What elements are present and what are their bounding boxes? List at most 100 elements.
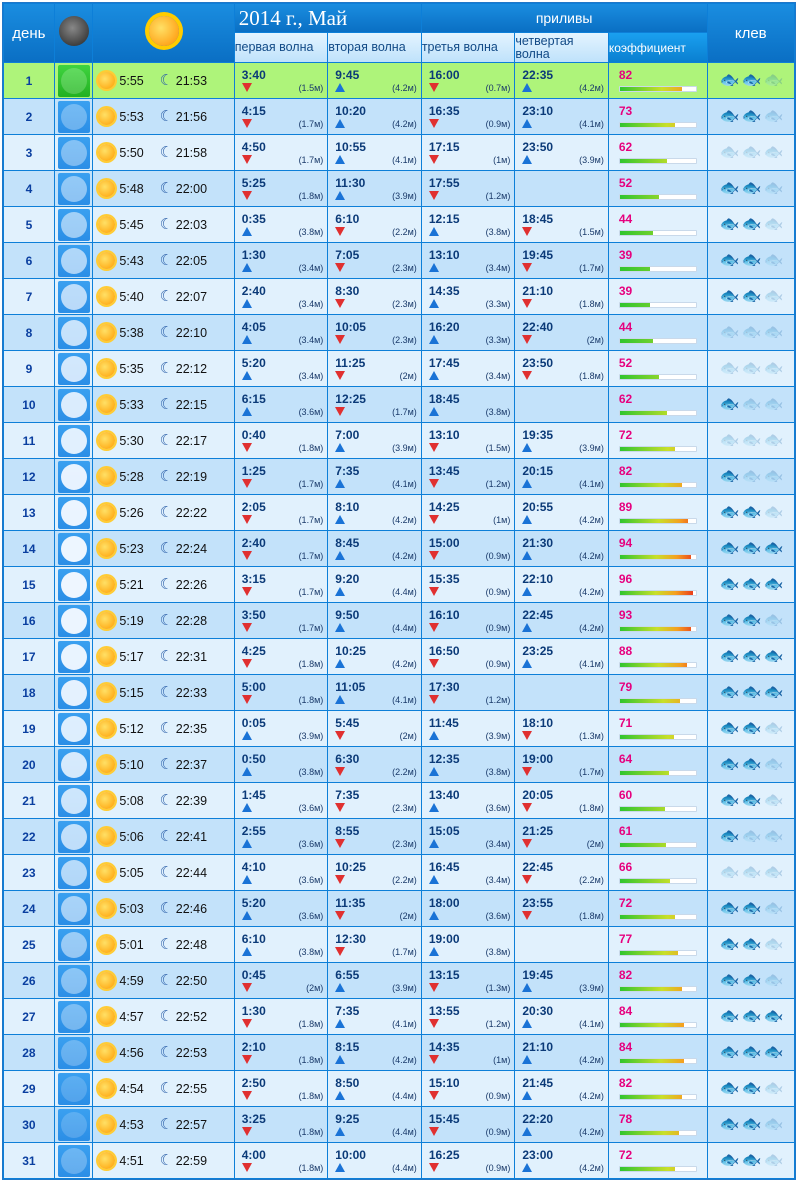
klev-rating[interactable]: 🐟 🐟 🐟 (707, 279, 794, 314)
table-row[interactable]: 26 4:59 ☾ 22:50 0:45 (2м) 6:55 (3.9м) 13:15 (1.3м… (4, 963, 794, 998)
table-row[interactable]: 27 4:57 ☾ 22:52 1:30 (1.8м) 7:35 (4.1м) 13:55 (1.… (4, 999, 794, 1034)
arrow-down-icon (335, 947, 346, 956)
klev-rating[interactable]: 🐟 🐟 🐟 (707, 1071, 794, 1106)
klev-rating[interactable]: 🐟 🐟 🐟 (707, 855, 794, 890)
klev-rating[interactable]: 🐟 🐟 🐟 (707, 459, 794, 494)
tide-time: 2:50 (241, 1076, 266, 1090)
day-number[interactable]: 14 (4, 531, 54, 566)
day-number[interactable]: 13 (4, 495, 54, 530)
table-row[interactable]: 21 5:08 ☾ 22:39 1:45 (3.6м) 7:35 (2.3м) 13:40 (3.… (4, 783, 794, 818)
day-number[interactable]: 7 (4, 279, 54, 314)
klev-rating[interactable]: 🐟 🐟 🐟 (707, 99, 794, 134)
day-number[interactable]: 27 (4, 999, 54, 1034)
day-number[interactable]: 3 (4, 135, 54, 170)
table-row[interactable]: 30 4:53 ☾ 22:57 3:25 (1.8м) 9:25 (4.4м) 15:45 (0.… (4, 1107, 794, 1142)
table-row[interactable]: 24 5:03 ☾ 22:46 5:20 (3.6м) 11:35 (2м) 18:00 (3.6… (4, 891, 794, 926)
day-number[interactable]: 11 (4, 423, 54, 458)
day-number[interactable]: 6 (4, 243, 54, 278)
table-row[interactable]: 28 4:56 ☾ 22:53 2:10 (1.8м) 8:15 (4.2м) 14:35 (1м… (4, 1035, 794, 1070)
table-row[interactable]: 10 5:33 ☾ 22:15 6:15 (3.6м) 12:25 (1.7м) 18:45 (3… (4, 387, 794, 422)
table-row[interactable]: 17 5:17 ☾ 22:31 4:25 (1.8м) 10:25 (4.2м) 16:50 (0… (4, 639, 794, 674)
klev-rating[interactable]: 🐟 🐟 🐟 (707, 495, 794, 530)
table-row[interactable]: 23 5:05 ☾ 22:44 4:10 (3.6м) 10:25 (2.2м) 16:45 (3… (4, 855, 794, 890)
day-number[interactable]: 30 (4, 1107, 54, 1142)
table-row[interactable]: 16 5:19 ☾ 22:28 3:50 (1.7м) 9:50 (4.4м) 16:10 (0.… (4, 603, 794, 638)
klev-rating[interactable]: 🐟 🐟 🐟 (707, 639, 794, 674)
table-row[interactable]: 14 5:23 ☾ 22:24 2:40 (1.7м) 8:45 (4.2м) 15:00 (0.… (4, 531, 794, 566)
table-row[interactable]: 11 5:30 ☾ 22:17 0:40 (1.8м) 7:00 (3.9м) 13:10 (1.… (4, 423, 794, 458)
day-number[interactable]: 22 (4, 819, 54, 854)
klev-rating[interactable]: 🐟 🐟 🐟 (707, 315, 794, 350)
crescent-moon-icon: ☾ (159, 863, 174, 881)
day-number[interactable]: 31 (4, 1143, 54, 1178)
day-number[interactable]: 25 (4, 927, 54, 962)
table-row[interactable]: 1 5:55 ☾ 21:53 3:40 (1.5м) 9:45 (4.2м) 16:00 (0.7… (4, 63, 794, 98)
day-number[interactable]: 29 (4, 1071, 54, 1106)
day-number[interactable]: 5 (4, 207, 54, 242)
day-number[interactable]: 18 (4, 675, 54, 710)
table-row[interactable]: 13 5:26 ☾ 22:22 2:05 (1.7м) 8:10 (4.2м) 14:25 (1м… (4, 495, 794, 530)
day-number[interactable]: 26 (4, 963, 54, 998)
table-row[interactable]: 9 5:35 ☾ 22:12 5:20 (3.4м) 11:25 (2м) 17:45 (3.4м… (4, 351, 794, 386)
klev-rating[interactable]: 🐟 🐟 🐟 (707, 207, 794, 242)
day-number[interactable]: 23 (4, 855, 54, 890)
day-number[interactable]: 20 (4, 747, 54, 782)
klev-rating[interactable]: 🐟 🐟 🐟 (707, 531, 794, 566)
day-number[interactable]: 4 (4, 171, 54, 206)
table-row[interactable]: 29 4:54 ☾ 22:55 2:50 (1.8м) 8:50 (4.4м) 15:10 (0.… (4, 1071, 794, 1106)
day-number[interactable]: 19 (4, 711, 54, 746)
day-number[interactable]: 2 (4, 99, 54, 134)
klev-rating[interactable]: 🐟 🐟 🐟 (707, 1035, 794, 1070)
klev-rating[interactable]: 🐟 🐟 🐟 (707, 387, 794, 422)
day-number[interactable]: 15 (4, 567, 54, 602)
table-row[interactable]: 8 5:38 ☾ 22:10 4:05 (3.4м) 10:05 (2.3м) 16:20 (3.… (4, 315, 794, 350)
klev-rating[interactable]: 🐟 🐟 🐟 (707, 891, 794, 926)
day-number[interactable]: 16 (4, 603, 54, 638)
klev-rating[interactable]: 🐟 🐟 🐟 (707, 783, 794, 818)
coefficient-value: 44 (618, 212, 633, 226)
day-number[interactable]: 10 (4, 387, 54, 422)
day-number[interactable]: 9 (4, 351, 54, 386)
klev-rating[interactable]: 🐟 🐟 🐟 (707, 747, 794, 782)
klev-rating[interactable]: 🐟 🐟 🐟 (707, 927, 794, 962)
day-number[interactable]: 17 (4, 639, 54, 674)
klev-rating[interactable]: 🐟 🐟 🐟 (707, 603, 794, 638)
klev-rating[interactable]: 🐟 🐟 🐟 (707, 999, 794, 1034)
day-number[interactable]: 1 (4, 63, 54, 98)
day-number[interactable]: 8 (4, 315, 54, 350)
table-row[interactable]: 19 5:12 ☾ 22:35 0:05 (3.9м) 5:45 (2м) 11:45 (3.9м… (4, 711, 794, 746)
table-row[interactable]: 3 5:50 ☾ 21:58 4:50 (1.7м) 10:55 (4.1м) 17:15 (1м… (4, 135, 794, 170)
moon-disc (60, 1111, 87, 1138)
table-row[interactable]: 15 5:21 ☾ 22:26 3:15 (1.7м) 9:20 (4.4м) 15:35 (0.… (4, 567, 794, 602)
coefficient-cell: 64 (608, 747, 707, 782)
klev-rating[interactable]: 🐟 🐟 🐟 (707, 1143, 794, 1178)
table-row[interactable]: 22 5:06 ☾ 22:41 2:55 (3.6м) 8:55 (2.3м) 15:05 (3.… (4, 819, 794, 854)
klev-rating[interactable]: 🐟 🐟 🐟 (707, 963, 794, 998)
table-row[interactable]: 4 5:48 ☾ 22:00 5:25 (1.8м) 11:30 (3.9м) 17:55 (1.… (4, 171, 794, 206)
klev-rating[interactable]: 🐟 🐟 🐟 (707, 63, 794, 98)
klev-rating[interactable]: 🐟 🐟 🐟 (707, 567, 794, 602)
klev-rating[interactable]: 🐟 🐟 🐟 (707, 1107, 794, 1142)
klev-rating[interactable]: 🐟 🐟 🐟 (707, 171, 794, 206)
klev-rating[interactable]: 🐟 🐟 🐟 (707, 711, 794, 746)
table-row[interactable]: 6 5:43 ☾ 22:05 1:30 (3.4м) 7:05 (2.3м) 13:10 (3.4… (4, 243, 794, 278)
table-row[interactable]: 2 5:53 ☾ 21:56 4:15 (1.7м) 10:20 (4.2м) 16:35 (0.… (4, 99, 794, 134)
tide-time: 7:00 (335, 428, 360, 442)
klev-rating[interactable]: 🐟 🐟 🐟 (707, 423, 794, 458)
klev-rating[interactable]: 🐟 🐟 🐟 (707, 243, 794, 278)
klev-rating[interactable]: 🐟 🐟 🐟 (707, 819, 794, 854)
day-number[interactable]: 24 (4, 891, 54, 926)
klev-rating[interactable]: 🐟 🐟 🐟 (707, 675, 794, 710)
table-row[interactable]: 31 4:51 ☾ 22:59 4:00 (1.8м) 10:00 (4.4м) 16:25 (0… (4, 1143, 794, 1178)
table-row[interactable]: 25 5:01 ☾ 22:48 6:10 (3.8м) 12:30 (1.7м) 19:00 (3… (4, 927, 794, 962)
table-row[interactable]: 18 5:15 ☾ 22:33 5:00 (1.8м) 11:05 (4.1м) 17:30 (1… (4, 675, 794, 710)
table-row[interactable]: 20 5:10 ☾ 22:37 0:50 (3.8м) 6:30 (2.2м) 12:35 (3.… (4, 747, 794, 782)
table-row[interactable]: 7 5:40 ☾ 22:07 2:40 (3.4м) 8:30 (2.3м) 14:35 (3.3… (4, 279, 794, 314)
klev-rating[interactable]: 🐟 🐟 🐟 (707, 351, 794, 386)
table-row[interactable]: 12 5:28 ☾ 22:19 1:25 (1.7м) 7:35 (4.1м) 13:45 (1.… (4, 459, 794, 494)
day-number[interactable]: 28 (4, 1035, 54, 1070)
day-number[interactable]: 12 (4, 459, 54, 494)
day-number[interactable]: 21 (4, 783, 54, 818)
table-row[interactable]: 5 5:45 ☾ 22:03 0:35 (3.8м) 6:10 (2.2м) 12:15 (3.8… (4, 207, 794, 242)
klev-rating[interactable]: 🐟 🐟 🐟 (707, 135, 794, 170)
